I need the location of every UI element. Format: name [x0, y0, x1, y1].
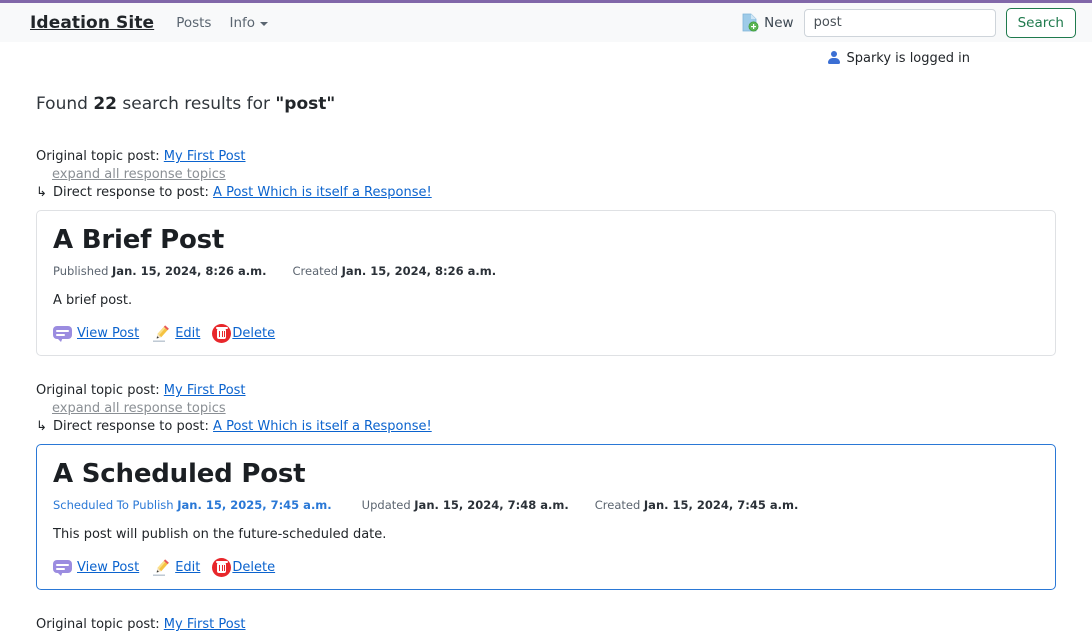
post-meta-published: Published Jan. 15, 2024, 8:26 a.m.: [53, 264, 266, 278]
post-meta-published-value: Jan. 15, 2024, 8:26 a.m.: [112, 264, 267, 279]
direct-response-link[interactable]: A Post Which is itself a Response!: [213, 185, 432, 200]
site-brand[interactable]: Ideation Site: [30, 13, 154, 33]
trash-icon: [212, 558, 232, 578]
found-query: "post": [275, 94, 336, 114]
trash-icon: [212, 324, 232, 344]
view-post-button[interactable]: View Post: [53, 560, 140, 577]
found-count: 22: [93, 94, 117, 114]
login-status-bar: Sparky is logged in: [0, 42, 1092, 70]
post-meta-row: Scheduled To Publish Jan. 15, 2025, 7:45…: [53, 498, 1039, 512]
search-input[interactable]: [803, 8, 996, 37]
found-middle: search results for: [117, 94, 276, 114]
post-meta-created: Created Jan. 15, 2024, 8:26 a.m.: [292, 264, 496, 278]
direct-response-label: Direct response to post:: [48, 419, 214, 435]
new-post-button[interactable]: New: [742, 13, 794, 32]
delete-post-label: Delete: [232, 326, 276, 342]
nav-link-posts[interactable]: Posts: [176, 15, 211, 31]
navbar: Ideation Site Posts Info New Search: [0, 0, 1092, 42]
pencil-icon: [151, 324, 171, 343]
expand-all-response-topics-link[interactable]: expand all response topics: [52, 167, 226, 182]
post-meta-scheduled-value: Jan. 15, 2025, 7:45 a.m.: [177, 498, 332, 513]
response-arrow-icon: ↳: [36, 185, 47, 200]
speech-bubble-icon: [53, 560, 72, 577]
delete-post-label: Delete: [232, 560, 276, 576]
view-post-label: View Post: [77, 326, 140, 342]
post-title: A Scheduled Post: [53, 459, 306, 490]
view-post-label: View Post: [77, 560, 140, 576]
post-meta-scheduled: Scheduled To Publish Jan. 15, 2025, 7:45…: [53, 498, 332, 512]
navbar-right: New Search: [742, 7, 1076, 38]
post-title: A Brief Post: [53, 225, 225, 255]
search-button[interactable]: Search: [1005, 7, 1076, 38]
post-meta-updated: Updated Jan. 15, 2024, 7:48 a.m.: [362, 498, 569, 512]
edit-post-button[interactable]: Edit: [151, 324, 200, 343]
edit-post-label: Edit: [175, 326, 201, 342]
post-card: A Brief Post Published Jan. 15, 2024, 8:…: [36, 210, 1056, 357]
pencil-icon: [151, 558, 171, 577]
expand-responses-line: expand all response topics: [36, 400, 1056, 418]
post-actions: View Post Edit Delete: [53, 558, 1039, 578]
main-content: Found 22 search results for "post" Origi…: [0, 94, 1092, 634]
search-result-item: Original topic post: My First Post expan…: [36, 148, 1056, 357]
post-body: A brief post.: [53, 293, 133, 309]
person-icon: [827, 51, 840, 65]
new-document-icon: [742, 13, 759, 32]
post-body: This post will publish on the future-sch…: [53, 527, 387, 543]
original-topic-line: Original topic post: My First Post: [36, 148, 1056, 166]
view-post-button[interactable]: View Post: [53, 326, 140, 343]
post-meta-row: Published Jan. 15, 2024, 8:26 a.m. Creat…: [53, 264, 1039, 278]
post-meta-created-value: Jan. 15, 2024, 7:45 a.m.: [643, 498, 799, 513]
original-topic-label: Original topic post:: [36, 617, 164, 633]
expand-all-response-topics-link[interactable]: expand all response topics: [52, 401, 226, 416]
original-topic-line: Original topic post: My First Post: [36, 616, 1056, 634]
nav-links: Posts Info: [176, 15, 269, 31]
original-topic-link[interactable]: My First Post: [164, 149, 246, 164]
post-meta-updated-label: Updated: [361, 498, 415, 513]
post-meta-scheduled-label: Scheduled To Publish: [53, 498, 178, 513]
direct-response-line: ↳ Direct response to post: A Post Which …: [36, 184, 1056, 202]
original-topic-label: Original topic post:: [36, 149, 164, 164]
response-arrow-icon: ↳: [36, 419, 47, 435]
nav-link-info[interactable]: Info: [229, 15, 269, 31]
post-card: A Scheduled Post Scheduled To Publish Ja…: [36, 444, 1056, 591]
edit-post-button[interactable]: Edit: [151, 558, 200, 577]
post-actions: View Post Edit Delete: [53, 324, 1039, 344]
search-results-heading: Found 22 search results for "post": [36, 94, 1056, 114]
direct-response-line: ↳ Direct response to post: A Post Which …: [36, 418, 1056, 436]
original-topic-line: Original topic post: My First Post: [36, 382, 1056, 400]
edit-post-label: Edit: [175, 560, 201, 576]
nav-link-info-label[interactable]: Info: [229, 15, 255, 31]
new-post-label: New: [764, 14, 794, 31]
original-topic-label: Original topic post:: [36, 383, 164, 399]
expand-responses-line: expand all response topics: [36, 166, 1056, 184]
chevron-down-icon: [260, 21, 269, 26]
direct-response-link[interactable]: A Post Which is itself a Response!: [213, 419, 432, 434]
post-meta-created-label: Created: [292, 264, 342, 279]
post-meta-created-value: Jan. 15, 2024, 8:26 a.m.: [341, 264, 497, 279]
original-topic-link[interactable]: My First Post: [164, 617, 246, 632]
direct-response-label: Direct response to post:: [48, 185, 214, 200]
found-prefix: Found: [36, 94, 94, 114]
post-meta-updated-value: Jan. 15, 2024, 7:48 a.m.: [414, 498, 569, 513]
login-status-text: Sparky is logged in: [846, 50, 970, 66]
search-result-item: Original topic post: My First Post expan…: [36, 382, 1056, 591]
post-meta-published-label: Published: [53, 264, 113, 279]
original-topic-link[interactable]: My First Post: [164, 383, 246, 398]
post-meta-created-label: Created: [594, 498, 644, 513]
delete-post-button[interactable]: Delete: [212, 324, 276, 344]
search-result-item: Original topic post: My First Post: [36, 616, 1056, 634]
post-meta-created: Created Jan. 15, 2024, 7:45 a.m.: [595, 498, 799, 512]
delete-post-button[interactable]: Delete: [212, 558, 276, 578]
speech-bubble-icon: [53, 326, 72, 343]
